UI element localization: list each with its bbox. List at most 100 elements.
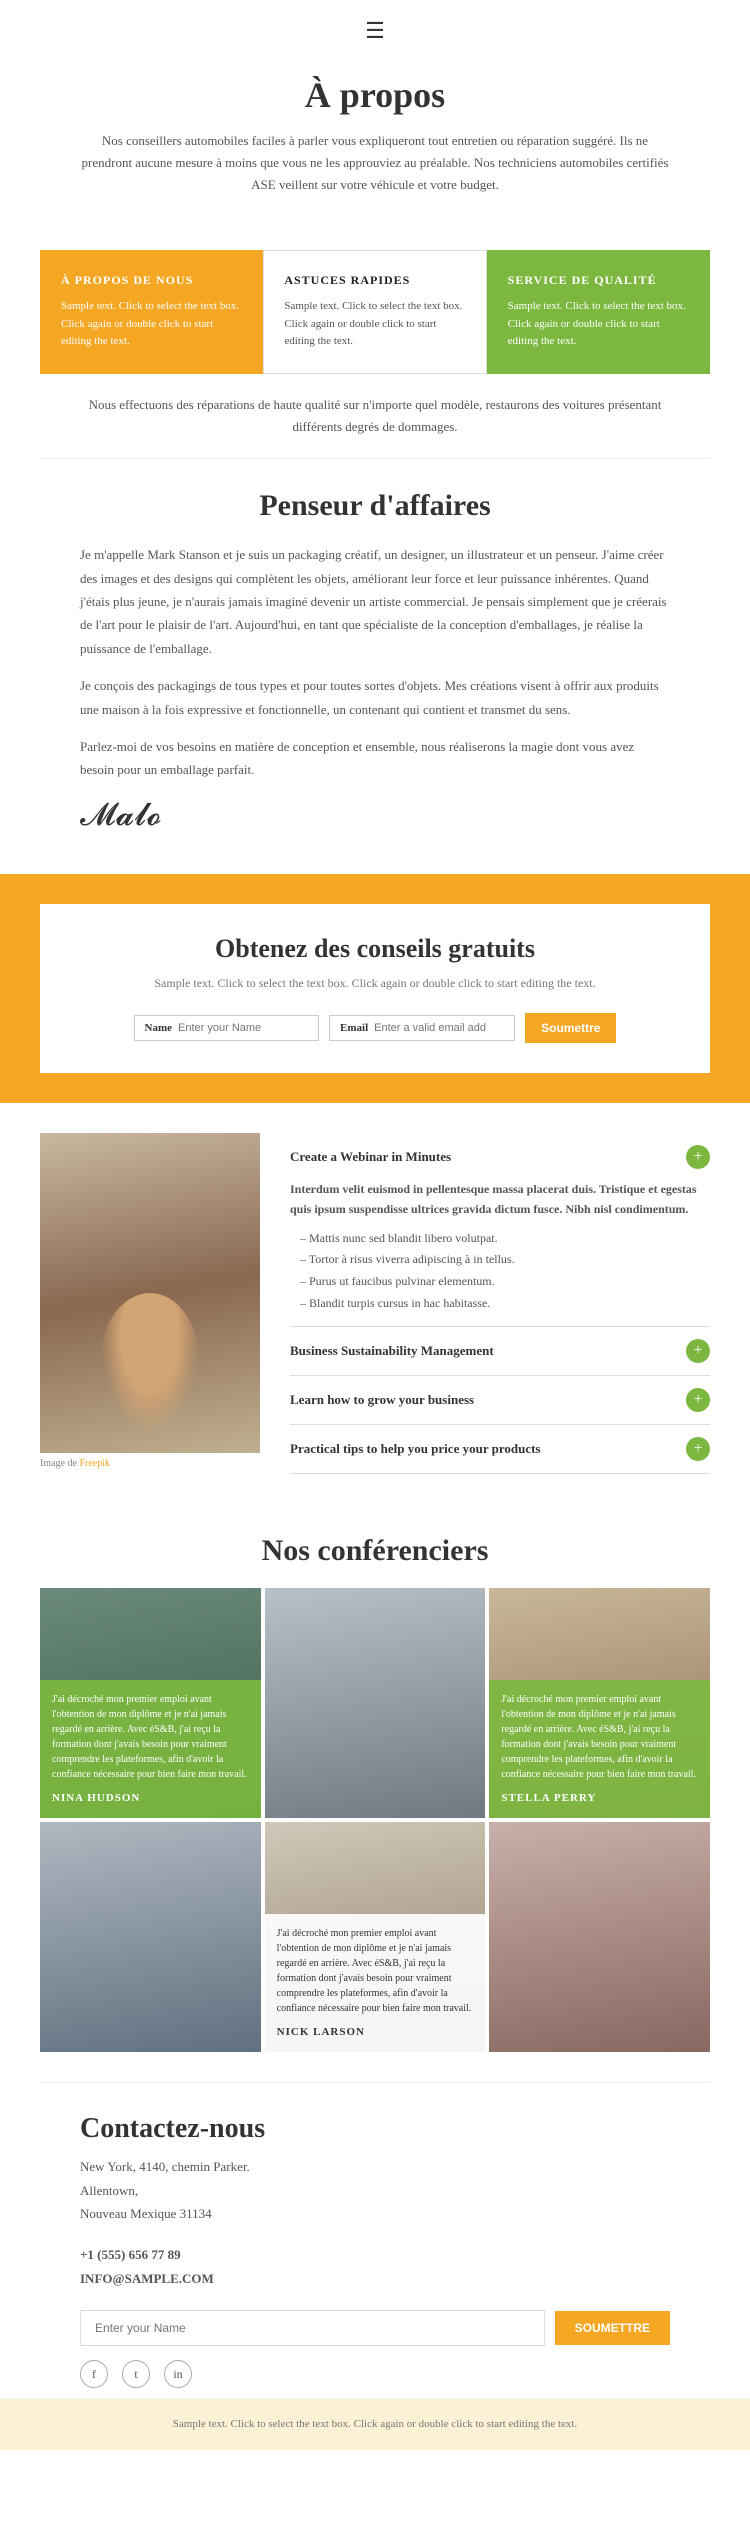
cta-email-label: Email	[340, 1022, 368, 1034]
hamburger-menu-icon[interactable]: ☰	[365, 18, 385, 43]
accordion-title-4: Practical tips to help you price your pr…	[290, 1441, 541, 1457]
speaker-name-nick: NICK LARSON	[277, 2026, 365, 2038]
speaker-name-stella: STELLA PERRY	[501, 1792, 596, 1804]
webinar-image-container: Image de Freepik	[40, 1133, 260, 1474]
accordion-plus-2[interactable]: +	[686, 1339, 710, 1363]
speaker-overlay-stella: J'ai décroché mon premier emploi avant l…	[489, 1680, 710, 1818]
contact-name-input[interactable]	[80, 2310, 545, 2346]
header: ☰	[0, 0, 750, 54]
apropos-description: Nos conseillers automobiles faciles à pa…	[80, 130, 670, 196]
speaker-quote-nick: J'ai décroché mon premier emploi avant l…	[277, 1926, 474, 2016]
accordion-title-3: Learn how to grow your business	[290, 1392, 474, 1408]
cards-row: À PROPOS DE NOUS Sample text. Click to s…	[40, 250, 710, 374]
bullet-1-4: Blandit turpis cursus in hac habitasse.	[300, 1293, 710, 1315]
speaker-image-4	[40, 1822, 261, 2052]
webinar-image-caption: Image de Freepik	[40, 1458, 260, 1469]
penseur-section: Penseur d'affaires Je m'appelle Mark Sta…	[0, 459, 750, 874]
speaker-overlay-nina: J'ai décroché mon premier emploi avant l…	[40, 1680, 261, 1818]
cta-title: Obtenez des conseils gratuits	[80, 934, 670, 964]
contact-address2: Allentown,	[80, 2179, 670, 2202]
webinar-image	[40, 1133, 260, 1453]
contact-title: Contactez-nous	[80, 2113, 670, 2145]
cta-name-group: Name	[134, 1015, 320, 1041]
accordion-header-4[interactable]: Practical tips to help you price your pr…	[290, 1437, 710, 1461]
speaker-card-4	[40, 1822, 261, 2052]
accordion-header-3[interactable]: Learn how to grow your business +	[290, 1388, 710, 1412]
penseur-title: Penseur d'affaires	[80, 489, 670, 523]
card3-title: SERVICE DE QUALITÉ	[508, 273, 689, 288]
footer-text: Sample text. Click to select the text bo…	[80, 2415, 670, 2434]
freepik-link[interactable]: Freepik	[79, 1458, 110, 1469]
twitter-icon[interactable]: t	[122, 2360, 150, 2388]
accordion-item-3: Learn how to grow your business +	[290, 1376, 710, 1425]
card3-body: Sample text. Click to select the text bo…	[508, 298, 689, 351]
speaker-quote-stella: J'ai décroché mon premier emploi avant l…	[501, 1692, 698, 1782]
speaker-card-stella: J'ai décroché mon premier emploi avant l…	[489, 1588, 710, 1818]
instagram-icon[interactable]: in	[164, 2360, 192, 2388]
speaker-image-2	[265, 1588, 486, 1818]
bullet-1-1: Mattis nunc sed blandit libero volutpat.	[300, 1228, 710, 1250]
card-apropos-nous[interactable]: À PROPOS DE NOUS Sample text. Click to s…	[40, 250, 263, 374]
accordion-header-1[interactable]: Create a Webinar in Minutes +	[290, 1145, 710, 1169]
contact-email[interactable]: INFO@SAMPLE.COM	[80, 2267, 670, 2290]
contact-section: Contactez-nous New York, 4140, chemin Pa…	[0, 2083, 750, 2398]
accordion-bullets-1: Mattis nunc sed blandit libero volutpat.…	[290, 1228, 710, 1314]
facebook-icon[interactable]: f	[80, 2360, 108, 2388]
accordion-item-2: Business Sustainability Management +	[290, 1327, 710, 1376]
contact-address3: Nouveau Mexique 31134	[80, 2202, 670, 2225]
card2-body: Sample text. Click to select the text bo…	[284, 298, 465, 351]
speaker-name-nina: NINA HUDSON	[52, 1792, 140, 1804]
card-astuces[interactable]: ASTUCES RAPIDES Sample text. Click to se…	[263, 250, 486, 374]
accordion-item-4: Practical tips to help you price your pr…	[290, 1425, 710, 1474]
speaker-card-nina: J'ai décroché mon premier emploi avant l…	[40, 1588, 261, 1818]
cta-subtitle: Sample text. Click to select the text bo…	[80, 974, 670, 993]
accordion-body-text-1: Interdum velit euismod in pellentesque m…	[290, 1179, 710, 1220]
accordion-body-1: Interdum velit euismod in pellentesque m…	[290, 1179, 710, 1314]
cta-form: Name Email Soumettre	[80, 1013, 670, 1043]
speaker-card-2	[265, 1588, 486, 1818]
cta-section: Obtenez des conseils gratuits Sample tex…	[0, 874, 750, 1103]
accordion-plus-1[interactable]: +	[686, 1145, 710, 1169]
accordion-plus-3[interactable]: +	[686, 1388, 710, 1412]
card2-title: ASTUCES RAPIDES	[284, 273, 465, 288]
cta-email-input[interactable]	[374, 1022, 504, 1034]
accordion-title-1: Create a Webinar in Minutes	[290, 1149, 451, 1165]
cta-name-input[interactable]	[178, 1022, 308, 1034]
cta-inner: Obtenez des conseils gratuits Sample tex…	[40, 904, 710, 1073]
speakers-grid: J'ai décroché mon premier emploi avant l…	[40, 1588, 710, 2052]
speaker-card-nick: J'ai décroché mon premier emploi avant l…	[265, 1822, 486, 2052]
webinar-section: Image de Freepik Create a Webinar in Min…	[0, 1103, 750, 1504]
speakers-section: Nos conférenciers J'ai décroché mon prem…	[0, 1504, 750, 2082]
bullet-1-3: Purus ut faucibus pulvinar elementum.	[300, 1271, 710, 1293]
contact-submit-button[interactable]: SOUMETTRE	[555, 2311, 670, 2345]
speakers-title: Nos conférenciers	[40, 1534, 710, 1568]
signature: 𝓜𝓪𝓵𝓸	[80, 796, 670, 834]
penseur-p1: Je m'appelle Mark Stanson et je suis un …	[80, 543, 670, 660]
accordion-title-2: Business Sustainability Management	[290, 1343, 494, 1359]
apropos-bottom: Nous effectuons des réparations de haute…	[0, 374, 750, 458]
speaker-image-6	[489, 1822, 710, 2052]
accordion-plus-4[interactable]: +	[686, 1437, 710, 1461]
contact-phone[interactable]: +1 (555) 656 77 89	[80, 2243, 670, 2266]
apropos-title: À propos	[80, 74, 670, 116]
footer-sample: Sample text. Click to select the text bo…	[0, 2398, 750, 2450]
speaker-overlay-nick: J'ai décroché mon premier emploi avant l…	[265, 1914, 486, 2052]
cta-email-group: Email	[329, 1015, 515, 1041]
speaker-quote-nina: J'ai décroché mon premier emploi avant l…	[52, 1692, 249, 1782]
cta-name-label: Name	[145, 1022, 173, 1034]
bullet-1-2: Tortor à risus viverra adipiscing à in t…	[300, 1249, 710, 1271]
accordion-item-1: Create a Webinar in Minutes + Interdum v…	[290, 1133, 710, 1327]
social-row: f t in	[80, 2360, 670, 2388]
card1-title: À PROPOS DE NOUS	[61, 273, 242, 288]
speaker-card-6	[489, 1822, 710, 2052]
contact-address1: New York, 4140, chemin Parker.	[80, 2155, 670, 2178]
accordion-header-2[interactable]: Business Sustainability Management +	[290, 1339, 710, 1363]
apropos-section: À propos Nos conseillers automobiles fac…	[0, 54, 750, 226]
penseur-p3: Parlez-moi de vos besoins en matière de …	[80, 735, 670, 782]
penseur-p2: Je conçois des packagings de tous types …	[80, 674, 670, 721]
contact-form-row: SOUMETTRE	[80, 2310, 670, 2346]
cta-submit-button[interactable]: Soumettre	[525, 1013, 616, 1043]
card-service[interactable]: SERVICE DE QUALITÉ Sample text. Click to…	[487, 250, 710, 374]
card1-body: Sample text. Click to select the text bo…	[61, 298, 242, 351]
accordion: Create a Webinar in Minutes + Interdum v…	[290, 1133, 710, 1474]
